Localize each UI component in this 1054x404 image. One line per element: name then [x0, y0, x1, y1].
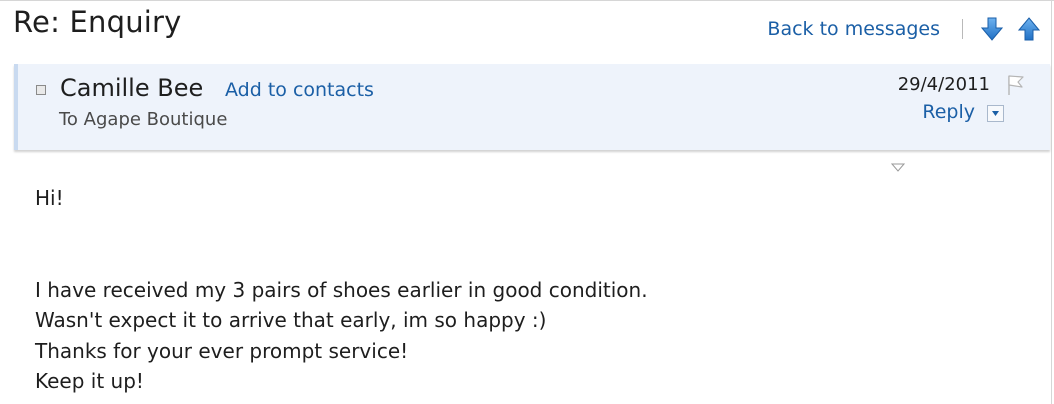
- select-checkbox[interactable]: [36, 85, 46, 95]
- reply-button[interactable]: Reply: [922, 101, 975, 123]
- greeting-line: Hi!: [35, 186, 64, 210]
- toolbar-divider: [962, 19, 963, 39]
- flag-icon[interactable]: [1004, 73, 1026, 97]
- message-date: 29/4/2011: [897, 74, 990, 95]
- arrow-up-icon[interactable]: [1017, 17, 1041, 41]
- message-header: Camille Bee Add to contacts To Agape Bou…: [14, 64, 1050, 150]
- sender-name: Camille Bee: [60, 74, 204, 102]
- body-line: I have received my 3 pairs of shoes earl…: [35, 277, 648, 302]
- back-to-messages-link[interactable]: Back to messages: [767, 18, 940, 40]
- arrow-down-icon[interactable]: [980, 17, 1004, 41]
- message-subject: Re: Enquiry: [13, 5, 182, 39]
- page-top-border: [0, 0, 1054, 1]
- collapse-triangle-icon[interactable]: [890, 158, 906, 172]
- chevron-down-icon[interactable]: [987, 105, 1004, 122]
- page-right-border: [1051, 0, 1052, 404]
- body-line: Keep it up!: [35, 369, 144, 393]
- message-toolbar: Back to messages: [767, 14, 1041, 44]
- message-body: Hi! I have received my 3 pairs of shoes …: [35, 183, 648, 397]
- body-line: Thanks for your ever prompt service!: [35, 338, 409, 363]
- blank-lines: [35, 214, 648, 275]
- body-line: Wasn't expect it to arrive that early, i…: [35, 308, 547, 332]
- add-to-contacts-link[interactable]: Add to contacts: [225, 79, 374, 101]
- recipient-line: To Agape Boutique: [59, 109, 228, 130]
